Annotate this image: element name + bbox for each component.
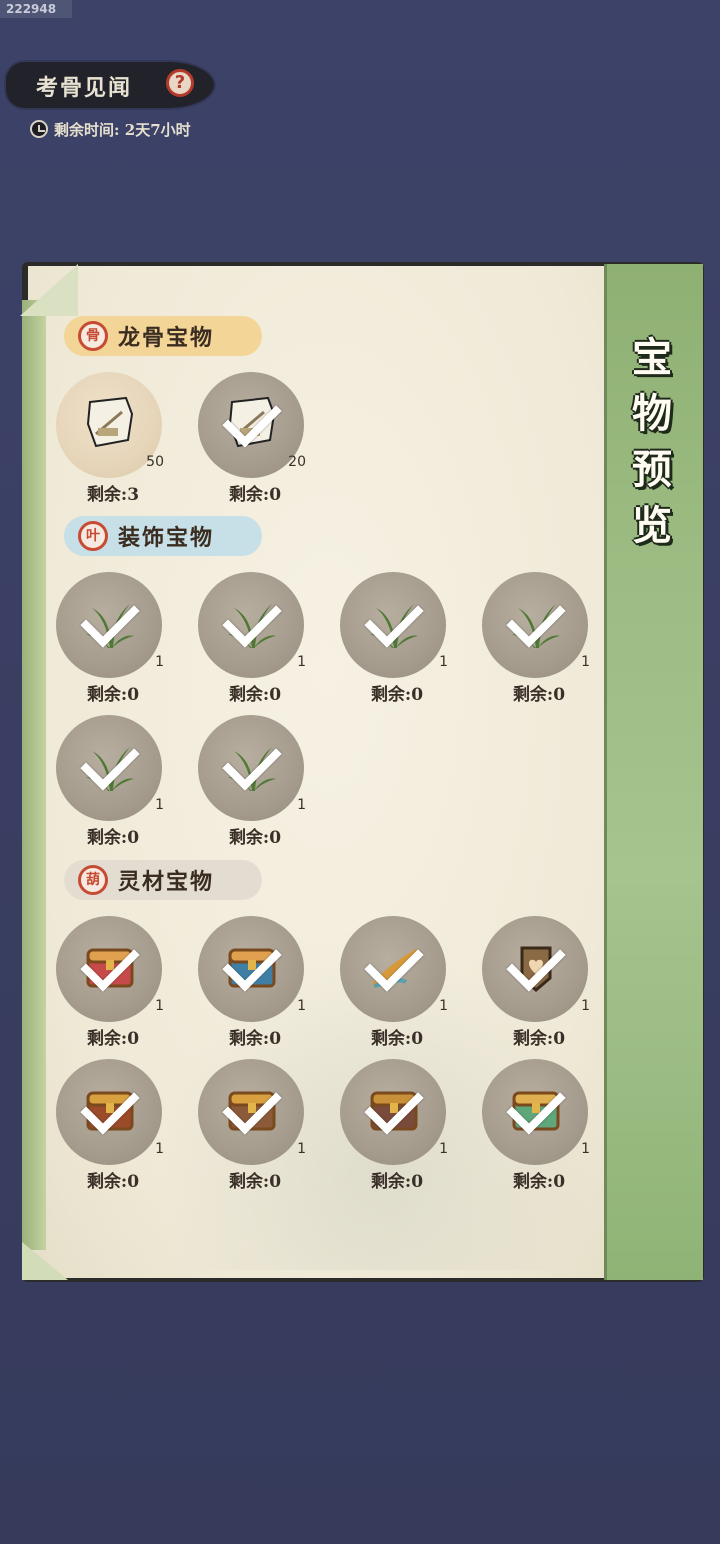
treasure-item[interactable]: 1 xyxy=(56,916,166,1026)
treasure-item[interactable]: 1 xyxy=(198,1059,308,1169)
item-count: 1 xyxy=(439,998,448,1014)
section-label: 装饰宝物 xyxy=(118,525,215,551)
treasure-preview-title: 宝 物 预 览 xyxy=(620,330,684,554)
item-remaining: 剩余:0 xyxy=(512,1172,566,1192)
item-count: 1 xyxy=(439,654,448,670)
remaining-time: 剩余时间: 2天7小时 xyxy=(30,118,191,140)
item-count: 1 xyxy=(581,1141,590,1157)
treasure-item[interactable]: 50 xyxy=(56,372,166,482)
treasure-item[interactable]: 1 xyxy=(340,572,450,682)
item-remaining: 剩余:0 xyxy=(86,828,140,848)
remaining-time-text: 剩余时间: 2天7小时 xyxy=(54,120,191,139)
paper-left-edge xyxy=(22,300,46,1250)
item-count: 20 xyxy=(288,454,306,470)
item-remaining: 剩余:0 xyxy=(86,685,140,705)
treasure-item[interactable]: 1 xyxy=(482,572,592,682)
treasure-item[interactable]: 1 xyxy=(198,715,308,825)
item-remaining: 剩余:0 xyxy=(228,685,282,705)
item-count: 1 xyxy=(155,1141,164,1157)
item-remaining: 剩余:0 xyxy=(228,485,282,505)
event-title: 考骨见闻 xyxy=(36,75,133,101)
dragon-bone-icon: 骨 xyxy=(78,321,108,351)
treasure-item[interactable]: 1 xyxy=(198,916,308,1026)
item-remaining: 剩余:3 xyxy=(86,485,140,505)
side-title-char: 物 xyxy=(632,390,672,437)
side-title-char: 预 xyxy=(632,446,672,493)
item-remaining: 剩余:0 xyxy=(512,685,566,705)
treasure-item[interactable]: 1 xyxy=(56,572,166,682)
item-remaining: 剩余:0 xyxy=(228,1029,282,1049)
treasure-item[interactable]: 1 xyxy=(56,1059,166,1169)
item-count: 1 xyxy=(439,1141,448,1157)
event-title-bar: 考骨见闻 ? xyxy=(6,62,214,108)
section-header-spirit-material: 葫 灵材宝物 xyxy=(64,860,262,900)
item-count: 1 xyxy=(155,797,164,813)
leaf-icon: 叶 xyxy=(78,521,108,551)
item-count: 1 xyxy=(297,654,306,670)
section-header-decoration: 叶 装饰宝物 xyxy=(64,516,262,556)
item-count: 1 xyxy=(155,998,164,1014)
section-header-dragon-bone: 骨 龙骨宝物 xyxy=(64,316,262,356)
clock-icon xyxy=(30,120,48,138)
item-count: 1 xyxy=(155,654,164,670)
section-label: 龙骨宝物 xyxy=(118,325,215,351)
treasure-item[interactable]: 1 xyxy=(56,715,166,825)
screen-id-label: 222948 xyxy=(0,0,72,18)
item-remaining: 剩余:0 xyxy=(370,685,424,705)
treasure-item[interactable]: 1 xyxy=(198,572,308,682)
item-remaining: 剩余:0 xyxy=(228,1172,282,1192)
treasure-item[interactable]: 1 xyxy=(340,916,450,1026)
gourd-icon: 葫 xyxy=(78,865,108,895)
item-count: 50 xyxy=(146,454,164,470)
item-remaining: 剩余:0 xyxy=(228,828,282,848)
item-remaining: 剩余:0 xyxy=(512,1029,566,1049)
item-remaining: 剩余:0 xyxy=(86,1172,140,1192)
item-remaining: 剩余:0 xyxy=(86,1029,140,1049)
item-count: 1 xyxy=(297,1141,306,1157)
item-remaining: 剩余:0 xyxy=(370,1172,424,1192)
item-count: 1 xyxy=(297,998,306,1014)
item-remaining: 剩余:0 xyxy=(370,1029,424,1049)
treasure-item[interactable]: 20 xyxy=(198,372,308,482)
section-label: 灵材宝物 xyxy=(118,869,215,895)
item-count: 1 xyxy=(297,797,306,813)
treasure-item[interactable]: 1 xyxy=(482,1059,592,1169)
side-title-char: 览 xyxy=(632,502,672,549)
question-icon[interactable]: ? xyxy=(166,69,194,97)
item-count: 1 xyxy=(581,998,590,1014)
item-count: 1 xyxy=(581,654,590,670)
treasure-item[interactable]: 1 xyxy=(482,916,592,1026)
side-title-char: 宝 xyxy=(632,334,672,381)
bone-scroll-icon xyxy=(82,394,138,450)
treasure-item[interactable]: 1 xyxy=(340,1059,450,1169)
